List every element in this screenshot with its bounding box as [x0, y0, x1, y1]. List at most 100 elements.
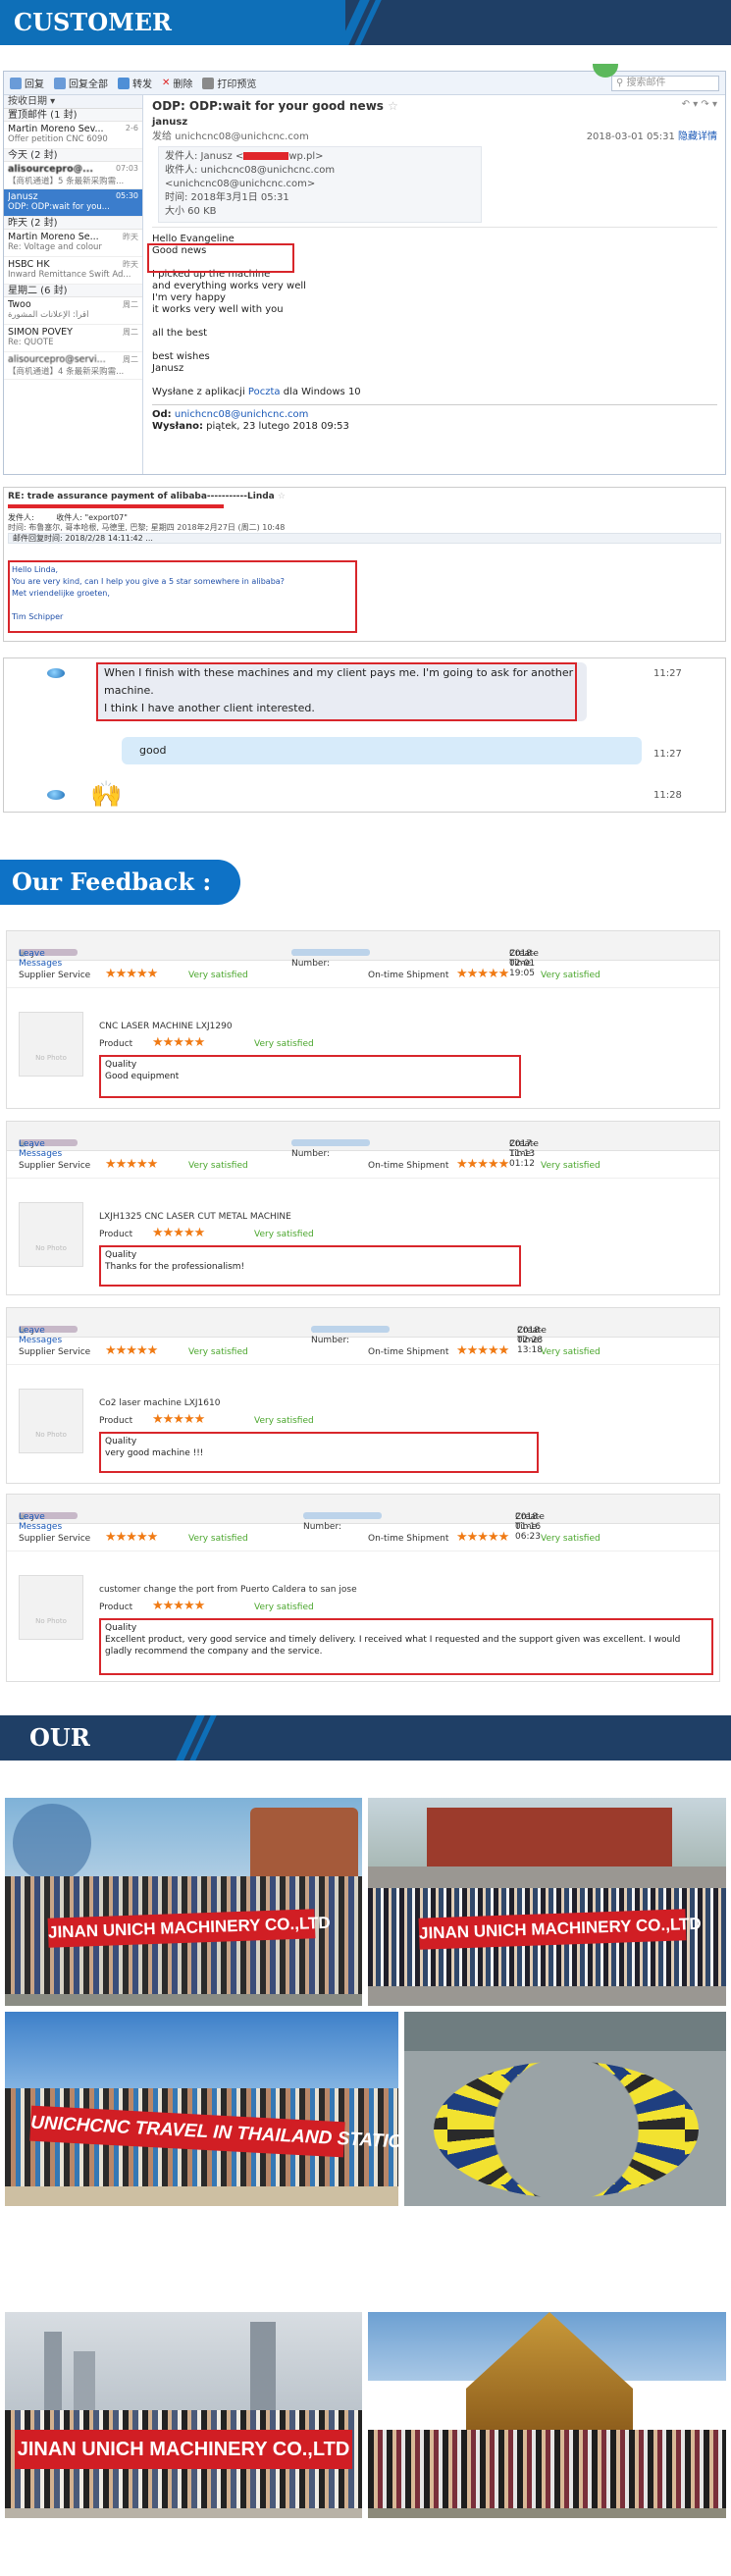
mail-toolbar: 回复 回复全部 转发 ✕ 删除 打印预览 ⚲ 搜索邮件: [4, 72, 725, 95]
group-header-top: 置顶邮件 (1 封): [4, 109, 142, 122]
team-photo: JINAN UNICH MACHINERY CO.,LTD: [5, 1798, 362, 2006]
highlight-box: [8, 560, 357, 633]
avatar: [47, 668, 65, 678]
rating-stars: ★★★★★: [456, 967, 509, 981]
highlight-box: [147, 243, 294, 273]
reply-small-icon[interactable]: ↶ ▾ ↷ ▾: [682, 99, 717, 110]
star-icon[interactable]: ☆: [388, 99, 398, 113]
product-name: Co2 laser machine LXJ1610: [99, 1398, 221, 1408]
team-photo: JINAN UNICH MACHINERY CO.,LTD: [368, 1798, 726, 2006]
reply-all-button[interactable]: 回复全部: [54, 76, 108, 90]
reply-all-icon: [54, 77, 66, 89]
print-preview-button[interactable]: 打印预览: [202, 76, 256, 90]
message-details: 发件人: Janusz < wp.pl> 收件人: unichcnc08@unic…: [158, 146, 482, 223]
chat-window: When I finish with these machines and my…: [3, 657, 726, 813]
rating-stars: ★★★★★: [105, 1530, 158, 1545]
section-title: CUSTOMER EVALUATION: [0, 0, 345, 81]
product-image-placeholder: No Photo: [19, 1575, 83, 1640]
hide-details-link[interactable]: 隐藏详情: [678, 131, 717, 142]
rating-stars: ★★★★★: [456, 1157, 509, 1172]
reply-icon: [10, 77, 22, 89]
delete-button[interactable]: ✕ 删除: [162, 76, 192, 90]
section-banner-customer-evaluation: CUSTOMER EVALUATION: [0, 0, 731, 81]
product-name: customer change the port from Puerto Cal…: [99, 1585, 357, 1595]
quality-comment: Quality Excellent product, very good ser…: [99, 1618, 713, 1675]
printer-icon: [202, 77, 215, 89]
quality-comment: Quality Thanks for the professionalism!: [99, 1245, 521, 1287]
feedback-card-header: Buyer: ◉ Leave Messages Order Number: Cr…: [7, 931, 719, 978]
emoji-icon: 🙌: [90, 780, 123, 810]
redacted-order-number: [291, 1139, 370, 1146]
chat-message-outgoing: good: [122, 737, 642, 764]
feedback-card: Buyer: ◉ Leave Messages Order Number: Cr…: [6, 1494, 720, 1682]
reply-button[interactable]: 回复: [10, 76, 44, 90]
rating-row: Supplier Service ★★★★★ Very satisfied On…: [7, 1153, 719, 1179]
group-header-tuesday: 星期二 (6 封): [4, 285, 142, 297]
group-header-yesterday: 昨天 (2 封): [4, 217, 142, 230]
redacted-email: [243, 152, 289, 160]
search-icon: ⚲: [616, 77, 627, 88]
team-photo: [368, 2312, 726, 2518]
rating-row: Supplier Service ★★★★★ Very satisfied On…: [7, 1526, 719, 1551]
product-name: CNC LASER MACHINE LXJ1290: [99, 1022, 233, 1031]
reply-info-bar: 邮件回复时间: 2018/2/28 14:11:42 ...: [8, 533, 721, 544]
list-item-selected[interactable]: Janusz ODP: ODP:wait for you... 05:30: [4, 189, 142, 217]
message-subject: ODP: ODP:wait for your good news ☆ ↶ ▾ ↷…: [152, 99, 717, 113]
list-item[interactable]: HSBC HK Inward Remittance Swift Ad... 昨天: [4, 257, 142, 285]
feedback-card: Buyer: ◉ Leave Messages Order Number: Cr…: [6, 930, 720, 1109]
quality-comment: Quality Good equipment: [99, 1055, 521, 1098]
team-photo: JINAN UNICH MACHINERY CO.,LTD: [5, 2312, 362, 2518]
list-item[interactable]: Twoo أقرأ: الإعلانات المشورة 周二: [4, 297, 142, 325]
rating-stars: ★★★★★: [456, 1530, 509, 1545]
redacted-order-number: [303, 1512, 382, 1519]
section-banner-our-teams: OUR TEAMS: [0, 1715, 731, 1797]
team-banner: JINAN UNICH MACHINERY CO.,LTD: [15, 2430, 352, 2469]
product-image-placeholder: No Photo: [19, 1012, 83, 1077]
feedback-card-header: Buyer: ◉ Leave Messages Order Number: Cr…: [7, 1122, 719, 1169]
rating-stars: ★★★★★: [152, 1035, 205, 1050]
product-name: LXJH1325 CNC LASER CUT METAL MACHINE: [99, 1212, 291, 1222]
rating-stars: ★★★★★: [152, 1599, 205, 1613]
redacted-order-number: [291, 949, 370, 956]
feedback-card-header: Buyer: ◉ Leave Messages Order Number: Cr…: [7, 1308, 719, 1355]
star-icon[interactable]: ☆: [278, 492, 286, 501]
feedback-card: Buyer: ◉ Leave Messages Order Number: Cr…: [6, 1121, 720, 1295]
email-client-window: 回复 回复全部 转发 ✕ 删除 打印预览 ⚲ 搜索邮件 按收日期 ▾ 置顶邮件 (…: [3, 64, 726, 475]
section-title: OUR TEAMS: [0, 1715, 177, 1797]
list-item[interactable]: alisourcepro@... 【商机通道】5 条最新采购需... 07:03: [4, 162, 142, 189]
product-image-placeholder: No Photo: [19, 1202, 83, 1267]
rating-stars: ★★★★★: [105, 1157, 158, 1172]
list-item[interactable]: Martin Moreno Sev... Offer petition CNC 6…: [4, 122, 142, 149]
email-subject: RE: trade assurance payment of alibaba--…: [8, 492, 286, 501]
redacted-line: [8, 504, 224, 508]
feedback-card: Buyer: ◉ Leave Messages Order Number: Cr…: [6, 1307, 720, 1484]
reading-pane: ODP: ODP:wait for your good news ☆ ↶ ▾ ↷…: [144, 95, 725, 474]
rating-stars: ★★★★★: [105, 1343, 158, 1358]
rating-stars: ★★★★★: [105, 967, 158, 981]
rating-stars: ★★★★★: [152, 1412, 205, 1427]
product-image-placeholder: No Photo: [19, 1389, 83, 1453]
rating-row: Supplier Service ★★★★★ Very satisfied On…: [7, 1340, 719, 1365]
rating-stars: ★★★★★: [456, 1343, 509, 1358]
list-item[interactable]: alisourcepro@servi... 【商机通道】4 条最新采购需... 周二: [4, 352, 142, 380]
quality-comment: Quality very good machine !!!: [99, 1432, 539, 1473]
forward-icon: [118, 77, 130, 89]
alibaba-email: RE: trade assurance payment of alibaba--…: [3, 487, 726, 642]
redacted-order-number: [311, 1326, 390, 1333]
rating-stars: ★★★★★: [152, 1226, 205, 1240]
highlight-box: [96, 662, 577, 721]
group-header-today: 今天 (2 封): [4, 149, 142, 162]
forward-button[interactable]: 转发: [118, 76, 152, 90]
section-banner-our-feedback: Our Feedback :: [0, 860, 240, 905]
avatar: [47, 790, 65, 800]
message-list: 按收日期 ▾ 置顶邮件 (1 封) Martin Moreno Sev... Of…: [4, 95, 143, 474]
delete-icon: ✕: [162, 78, 171, 88]
search-input[interactable]: ⚲ 搜索邮件: [611, 75, 719, 91]
team-photo: UNICHCNC TRAVEL IN THAILAND STATION: [5, 2012, 398, 2206]
team-photo: [404, 2012, 726, 2206]
list-item[interactable]: SIMON POVEY Re: QUOTE 周二: [4, 325, 142, 352]
rating-row: Supplier Service ★★★★★ Very satisfied On…: [7, 963, 719, 988]
feedback-card-header: Buyer: ◉ Leave Messages Order Number: Cr…: [7, 1495, 719, 1542]
list-item[interactable]: Martin Moreno Se... Re: Voltage and colou…: [4, 230, 142, 257]
sort-dropdown[interactable]: 按收日期 ▾: [4, 95, 142, 109]
